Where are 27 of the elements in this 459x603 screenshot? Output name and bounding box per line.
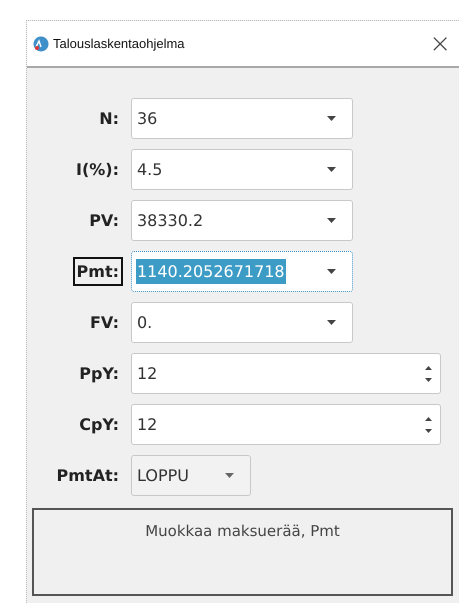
spin-box[interactable]: 12 <box>131 404 441 445</box>
combo-box[interactable]: 38330.2 <box>131 200 353 241</box>
caret-icon <box>327 269 336 274</box>
spinner-icon[interactable] <box>425 366 432 382</box>
window-title: Talouslaskentaohjelma <box>53 36 185 51</box>
caret-icon <box>327 218 336 223</box>
dropdown-button[interactable]: LOPPU <box>131 455 251 496</box>
field-label: PpY: <box>78 363 120 385</box>
caret-icon <box>327 320 336 325</box>
app-icon <box>33 36 49 52</box>
field-label: Pmt: <box>72 257 123 286</box>
spinner-icon[interactable] <box>425 416 432 432</box>
combo-box[interactable]: 4.5 <box>131 149 353 190</box>
close-button[interactable]: × <box>425 30 455 56</box>
field-label: PV: <box>88 210 120 232</box>
spin-box[interactable]: 12 <box>131 353 441 394</box>
field-label: PmtAt: <box>56 465 120 487</box>
combo-box[interactable]: 36 <box>131 98 353 139</box>
status-message: Muokkaa maksuerää, Pmt <box>145 522 340 540</box>
field-label: FV: <box>89 312 120 334</box>
field-label: N: <box>98 108 120 130</box>
combo-box[interactable]: 0. <box>131 302 353 343</box>
caret-icon <box>225 473 234 478</box>
field-label: I(%): <box>74 159 120 181</box>
caret-icon <box>327 116 336 121</box>
caret-icon <box>327 167 336 172</box>
field-label: CpY: <box>78 414 120 436</box>
